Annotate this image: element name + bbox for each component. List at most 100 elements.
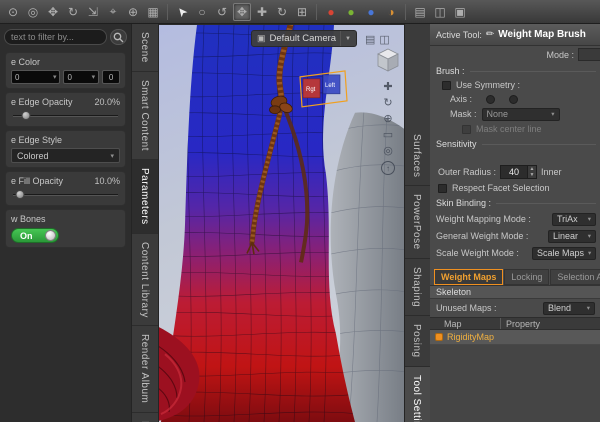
viewport-nav-controls: ✚ ↻ ⊕ ▭ ◎ ↑ — [375, 47, 401, 175]
pointer-tool-icon[interactable]: ➤ — [169, 0, 194, 24]
outer-radius-label: Outer Radius : — [438, 167, 497, 177]
mode-dropdown[interactable] — [578, 48, 600, 61]
respect-facet-checkbox[interactable] — [438, 183, 447, 193]
table-row-rigiditymap[interactable]: RigidityMap — [430, 330, 600, 345]
tab-locking[interactable]: Locking — [504, 269, 550, 285]
aspect-frame-icon[interactable]: ◫ — [379, 33, 389, 46]
universal-tool-icon[interactable]: ✥ — [233, 2, 251, 21]
tab-surfaces[interactable]: Surfaces — [405, 126, 430, 187]
tab-shaping[interactable]: Shaping — [405, 259, 430, 317]
param-label: e Edge Style — [11, 135, 63, 145]
active-tool-header: Active Tool: ✏ Weight Map Brush — [430, 24, 600, 46]
dolly-zoom-icon[interactable]: ⊕ — [383, 113, 392, 126]
tab-weight-maps[interactable]: Weight Maps — [434, 269, 504, 285]
mesh-grid-icon[interactable]: ▦ — [144, 3, 162, 21]
axis-row: Axis : — [430, 92, 600, 106]
tab-render-settings[interactable]: Render Se — [132, 413, 158, 422]
chevron-down-icon: ▾ — [588, 250, 592, 257]
orbit-icon[interactable]: ↻ — [383, 97, 392, 110]
daz-studio-window: ⊙ ◎ ✥ ↻ ⇲ ⌖ ⊕ ▦ ➤ ○ ↺ ✥ ✚ ↻ ⊞ ● ● ● ◑ ▤ … — [0, 0, 600, 422]
scale-weight-mode-dropdown[interactable]: Scale Maps ▾ — [532, 246, 596, 260]
fill-opacity-slider[interactable] — [11, 189, 120, 201]
axis-radio[interactable] — [509, 94, 519, 104]
lasso-tool-icon[interactable]: ○ — [193, 3, 211, 21]
color-value-field[interactable]: 0 — [102, 70, 120, 84]
scale-tool-icon[interactable]: ⊞ — [293, 3, 311, 21]
green-ball-icon[interactable]: ● — [342, 3, 360, 21]
tab-tool-settings[interactable]: Tool Settings — [405, 366, 430, 422]
slider-knob[interactable] — [21, 111, 31, 120]
tab-posing[interactable]: Posing — [405, 316, 430, 367]
blue-ball-icon[interactable]: ● — [362, 3, 380, 21]
skeleton-row[interactable]: Skeleton — [430, 285, 600, 299]
sensitivity-section-header: Sensitivity — [430, 136, 600, 151]
render-options-icon[interactable]: ▤ — [365, 33, 375, 46]
node-align-icon[interactable]: ◎ — [24, 3, 42, 21]
search-icon[interactable] — [110, 29, 127, 45]
unused-maps-row: Unused Maps : Blend ▾ — [430, 299, 600, 317]
viewport-3d: Rgt Left ▣ Default Camera ▼ ▤ ◫ ✚ ↻ ⊕ ▭ … — [159, 24, 404, 422]
joint-editor-icon[interactable]: ⊙ — [4, 3, 22, 21]
scroll-up-icon[interactable]: ↑ — [381, 161, 395, 175]
red-ball-icon[interactable]: ● — [322, 3, 340, 21]
unused-maps-dropdown[interactable]: Blend ▾ — [543, 301, 595, 315]
general-weight-mode-dropdown[interactable]: Linear ▾ — [548, 229, 596, 243]
use-symmetry-checkbox[interactable] — [442, 80, 451, 90]
view-cube[interactable] — [375, 47, 401, 78]
color-dropdown[interactable]: 0 ▾ — [63, 70, 100, 84]
layout-grid-icon[interactable]: ▤ — [411, 3, 429, 21]
frame-icon[interactable]: ▭ — [383, 129, 393, 142]
translate-tool-icon[interactable]: ✚ — [253, 3, 271, 21]
slider-knob[interactable] — [15, 190, 25, 199]
tab-render-album[interactable]: Render Album — [132, 326, 158, 413]
tab-scene[interactable]: Scene — [132, 24, 158, 72]
general-weight-mode-row: General Weight Mode : Linear ▾ — [436, 229, 596, 243]
bone-scale-icon[interactable]: ⇲ — [84, 3, 102, 21]
rotate-tool-icon[interactable]: ↻ — [273, 3, 291, 21]
weight-map-brush-icon: ✏ — [485, 29, 495, 40]
chevron-down-icon[interactable]: ▼ — [340, 31, 351, 46]
pan-icon[interactable]: ✚ — [383, 81, 392, 94]
tab-powerpose[interactable]: PowerPose — [405, 186, 430, 260]
spin-down-icon[interactable]: ▼ — [528, 172, 536, 178]
filter-input[interactable] — [4, 29, 107, 45]
panel-dock-icon[interactable]: ▣ — [451, 3, 469, 21]
axis-label: Axis : — [450, 94, 473, 104]
edge-style-dropdown[interactable]: Colored ▾ — [11, 148, 120, 163]
shaded-ball-icon[interactable]: ◑ — [382, 3, 400, 21]
end-point-icon[interactable]: ⊕ — [124, 3, 142, 21]
outer-radius-spinner[interactable]: 40 ▲ ▼ — [500, 165, 538, 179]
aim-icon[interactable]: ◎ — [383, 145, 393, 158]
tab-selection[interactable]: Selection A — [550, 269, 600, 285]
camera-selector[interactable]: ▣ Default Camera ▼ — [251, 30, 357, 47]
parameters-pane: e Color 0▾ 0▾ 0 e Edge Opacity 20.0% — [0, 24, 131, 422]
chevron-down-icon: ▾ — [587, 233, 591, 240]
tab-content-library[interactable]: Content Library — [132, 234, 158, 327]
param-value: 20.0% — [94, 97, 120, 107]
chevron-down-icon: ▾ — [110, 152, 114, 160]
color-dropdown[interactable]: 0 ▾ — [11, 70, 61, 84]
split-view-icon[interactable]: ◫ — [431, 3, 449, 21]
orbit-tool-icon[interactable]: ↺ — [213, 3, 231, 21]
gizmo-left-label: Left — [325, 83, 335, 89]
column-header-map[interactable]: Map — [430, 318, 500, 329]
map-table-header: Map Property — [430, 317, 600, 330]
viewport-canvas[interactable]: Rgt Left — [159, 25, 404, 422]
tab-smart-content[interactable]: Smart Content — [132, 72, 158, 160]
bones-toggle[interactable]: On — [11, 228, 59, 243]
map-icon — [435, 333, 443, 341]
column-header-property[interactable]: Property — [500, 318, 600, 329]
weight-mapping-mode-dropdown[interactable]: TriAx ▾ — [552, 212, 596, 226]
center-point-icon[interactable]: ⌖ — [104, 3, 122, 21]
camera-name: Default Camera — [269, 33, 337, 44]
tab-parameters[interactable]: Parameters — [132, 159, 158, 234]
mask-center-checkbox[interactable] — [462, 124, 471, 134]
bone-rotate-icon[interactable]: ↻ — [64, 3, 82, 21]
chevron-down-icon: ▾ — [91, 74, 96, 81]
right-tab-bar: Surfaces PowerPose Shaping Posing Tool S… — [404, 24, 430, 422]
param-edge-style: e Edge Style Colored ▾ — [5, 130, 126, 168]
axis-radio[interactable] — [486, 94, 496, 104]
mask-dropdown[interactable]: None ▾ — [481, 107, 560, 121]
bone-translate-icon[interactable]: ✥ — [44, 3, 62, 21]
edge-opacity-slider[interactable] — [11, 110, 120, 122]
